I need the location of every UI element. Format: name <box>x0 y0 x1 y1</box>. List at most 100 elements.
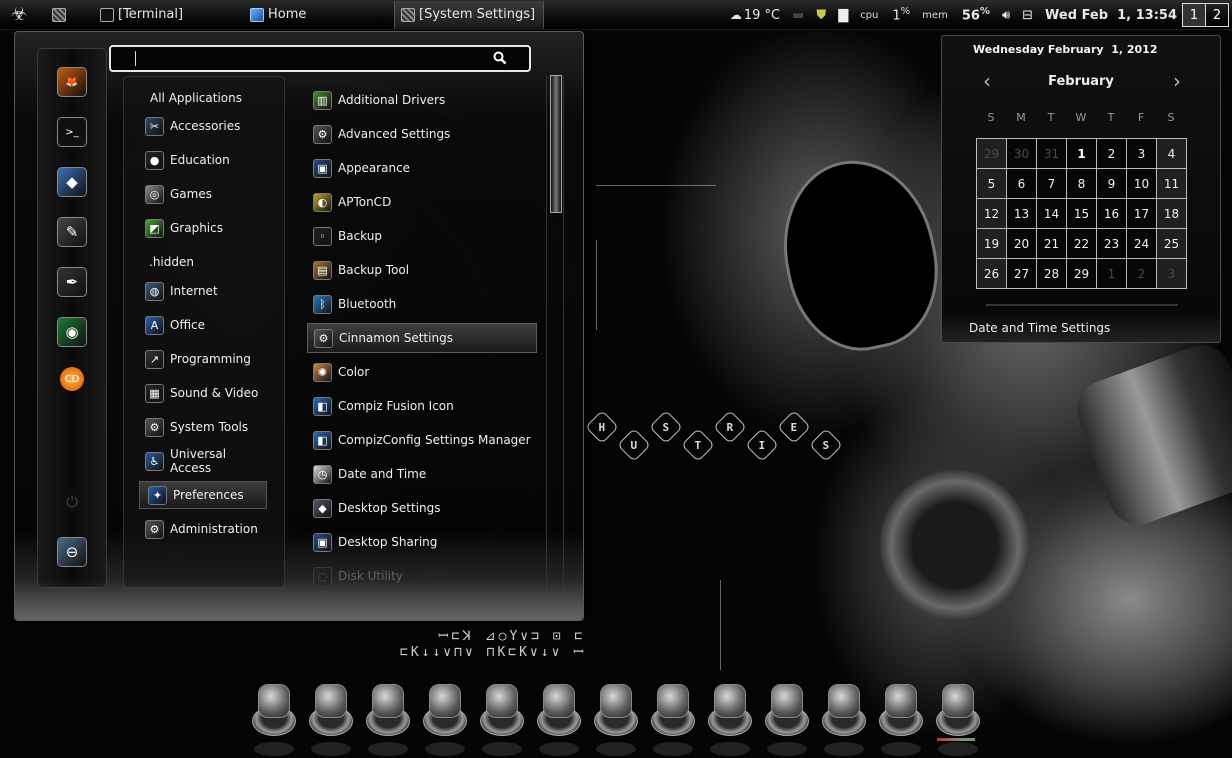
calendar-day[interactable]: 9 <box>1097 169 1127 199</box>
favorite-gimp[interactable]: ✎ <box>57 217 87 247</box>
shield-update-icon[interactable]: ⛊ <box>810 0 832 30</box>
clock[interactable]: Wed Feb 1, 13:54 <box>1039 0 1183 30</box>
calendar-day[interactable]: 2 <box>1097 139 1127 169</box>
menu-button[interactable]: ☣ <box>4 0 34 30</box>
dock-item-banshee[interactable] <box>535 680 583 756</box>
category-internet[interactable]: ◍ Internet <box>137 277 263 305</box>
mem-monitor[interactable]: mem 56% <box>916 0 996 30</box>
category-accessories[interactable]: ✂ Accessories <box>137 112 263 140</box>
category-education[interactable]: ● Education <box>137 146 263 174</box>
dock-item-pidgin[interactable] <box>421 680 469 756</box>
dock-item-chrome[interactable] <box>706 680 754 756</box>
app-compiz-fusion-icon[interactable]: ◧ Compiz Fusion Icon <box>307 391 537 421</box>
favorite-terminal[interactable]: >_ <box>57 117 87 147</box>
calendar-day[interactable]: 8 <box>1067 169 1097 199</box>
calendar-day[interactable]: 25 <box>1157 229 1187 259</box>
app-bluetooth[interactable]: ᛒ Bluetooth <box>307 289 537 319</box>
app-aptoncd[interactable]: ◐ APTonCD <box>307 187 537 217</box>
calendar-day[interactable]: 13 <box>1007 199 1037 229</box>
calendar-day[interactable]: 29 <box>1067 259 1097 289</box>
app-cinnamon-settings[interactable]: ⚙ Cinnamon Settings <box>307 323 537 353</box>
category-office[interactable]: A Office <box>137 311 263 339</box>
calendar-day[interactable]: 5 <box>977 169 1007 199</box>
category-preferences[interactable]: ✦ Preferences <box>139 481 267 509</box>
app-backup-tool[interactable]: ▤ Backup Tool <box>307 255 537 285</box>
next-month-button[interactable]: › <box>1168 69 1186 93</box>
favorite-logout[interactable]: ⊖ <box>57 537 87 567</box>
search-icon[interactable] <box>493 51 507 65</box>
dock-item-inkscape[interactable] <box>478 680 526 756</box>
workspace-2[interactable]: 2 <box>1205 3 1229 27</box>
category-programming[interactable]: ↗ Programming <box>137 345 263 373</box>
category-administration[interactable]: ⚙ Administration <box>137 515 263 543</box>
calendar-day[interactable]: 2 <box>1127 259 1157 289</box>
category-universal-access[interactable]: ♿ Universal Access <box>137 447 263 475</box>
dock-item-file-manager[interactable] <box>820 680 868 756</box>
volume-icon[interactable]: 🔊︎ <box>996 0 1016 30</box>
calendar-day[interactable]: 17 <box>1127 199 1157 229</box>
calendar-day[interactable]: 1 <box>1067 139 1097 169</box>
calendar-day[interactable]: 24 <box>1127 229 1157 259</box>
taskbar-item-home[interactable]: Home <box>244 1 394 29</box>
dock-item-gimp[interactable] <box>592 680 640 756</box>
category-all-applications[interactable]: All Applications <box>150 91 242 105</box>
dock-item-terminal[interactable] <box>250 680 298 756</box>
date-time-settings-link[interactable]: Date and Time Settings <box>969 321 1110 335</box>
calendar-day[interactable]: 7 <box>1037 169 1067 199</box>
show-desktop-button[interactable] <box>44 0 74 30</box>
category-system-tools[interactable]: ⚙ System Tools <box>137 413 263 441</box>
dock-item-opera[interactable] <box>649 680 697 756</box>
calendar-day[interactable]: 18 <box>1157 199 1187 229</box>
calendar-day[interactable]: 12 <box>977 199 1007 229</box>
calendar-day[interactable]: 29 <box>977 139 1007 169</box>
app-date-and-time[interactable]: ◷ Date and Time <box>307 459 537 489</box>
app-backup[interactable]: ◦ Backup <box>307 221 537 251</box>
dock-item-system-monitor[interactable] <box>364 680 412 756</box>
calendar-day[interactable]: 26 <box>977 259 1007 289</box>
calendar-day[interactable]: 10 <box>1127 169 1157 199</box>
folder-icon[interactable]: ▇ <box>832 0 854 30</box>
app-color[interactable]: ✺ Color <box>307 357 537 387</box>
app-desktop-settings[interactable]: ◆ Desktop Settings <box>307 493 537 523</box>
calendar-day[interactable]: 14 <box>1037 199 1067 229</box>
calendar-day[interactable]: 15 <box>1067 199 1097 229</box>
dock-item-display[interactable] <box>877 680 925 756</box>
favorite-chrome[interactable]: ◉ <box>57 317 87 347</box>
calendar-day[interactable]: 27 <box>1007 259 1037 289</box>
workspace-1[interactable]: 1 <box>1182 3 1206 27</box>
taskbar-item-terminal[interactable]: [Terminal] <box>94 1 244 29</box>
calendar-day[interactable]: 23 <box>1097 229 1127 259</box>
folder-dark-icon[interactable]: ▬ <box>786 0 810 30</box>
app-compizconfig-settings-manager[interactable]: ◧ CompizConfig Settings Manager <box>307 425 537 455</box>
app-additional-drivers[interactable]: ▥ Additional Drivers <box>307 85 537 115</box>
calendar-day[interactable]: 22 <box>1067 229 1097 259</box>
calendar-day[interactable]: 3 <box>1127 139 1157 169</box>
applications-scrollbar[interactable] <box>546 75 564 595</box>
calendar-day[interactable]: 4 <box>1157 139 1187 169</box>
dock-item-settings[interactable] <box>763 680 811 756</box>
calendar-day[interactable]: 21 <box>1037 229 1067 259</box>
calendar-day[interactable]: 3 <box>1157 259 1187 289</box>
dock-item-audio[interactable] <box>934 680 982 756</box>
calendar-day[interactable]: 11 <box>1157 169 1187 199</box>
category-hidden[interactable]: .hidden <box>137 248 263 276</box>
taskbar-item-system-settings[interactable]: [System Settings] <box>394 0 544 29</box>
favorite-desktop-settings[interactable]: ◆ <box>57 167 87 197</box>
calendar-day[interactable]: 20 <box>1007 229 1037 259</box>
scrollbar-thumb[interactable] <box>550 75 562 213</box>
calendar-day[interactable]: 28 <box>1037 259 1067 289</box>
favorite-cd-burner[interactable]: CD <box>60 367 84 391</box>
category-sound-video[interactable]: ▦ Sound & Video <box>137 379 263 407</box>
app-advanced-settings[interactable]: ⚙ Advanced Settings <box>307 119 537 149</box>
calendar-day[interactable]: 30 <box>1007 139 1037 169</box>
app-appearance[interactable]: ▣ Appearance <box>307 153 537 183</box>
search-input[interactable] <box>109 45 531 72</box>
favorite-inkscape[interactable]: ✒ <box>57 267 87 297</box>
app-desktop-sharing[interactable]: ▣ Desktop Sharing <box>307 527 537 557</box>
network-icon[interactable]: ⊟ <box>1016 0 1039 30</box>
calendar-day[interactable]: 1 <box>1097 259 1127 289</box>
calendar-day[interactable]: 31 <box>1037 139 1067 169</box>
calendar-day[interactable]: 6 <box>1007 169 1037 199</box>
favorite-shutdown[interactable]: ⏻ <box>57 487 87 517</box>
favorite-firefox[interactable]: 🦊 <box>57 67 87 97</box>
